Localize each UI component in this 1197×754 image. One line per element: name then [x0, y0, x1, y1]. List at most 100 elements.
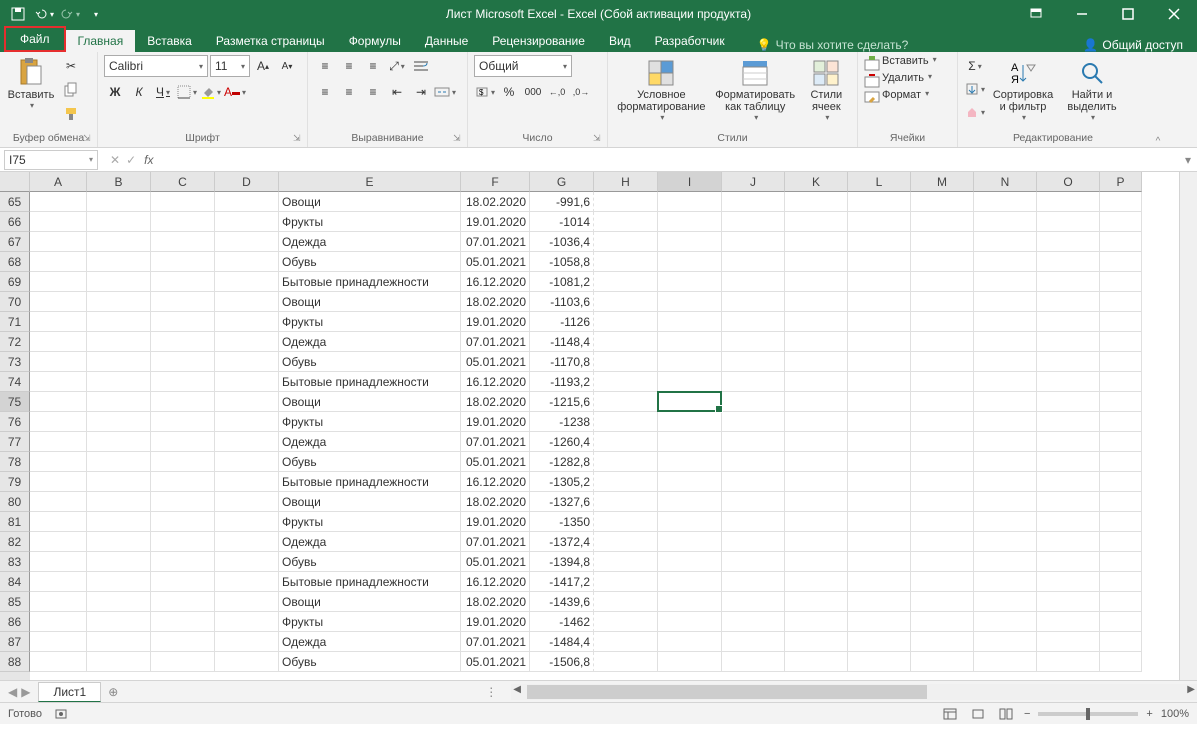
cell-N87[interactable]	[974, 632, 1037, 652]
row-header-67[interactable]: 67	[0, 232, 30, 252]
cell-I78[interactable]	[658, 452, 722, 472]
cell-O65[interactable]	[1037, 192, 1100, 212]
border-icon[interactable]: ▾	[176, 81, 198, 103]
cell-E71[interactable]: Фрукты	[279, 312, 461, 332]
row-header-83[interactable]: 83	[0, 552, 30, 572]
cell-D87[interactable]	[215, 632, 279, 652]
cell-C87[interactable]	[151, 632, 215, 652]
cell-G75[interactable]: -1215,6	[530, 392, 594, 412]
cell-G76[interactable]: -1238	[530, 412, 594, 432]
cell-C86[interactable]	[151, 612, 215, 632]
enter-formula-icon[interactable]: ✓	[126, 153, 136, 167]
zoom-slider[interactable]	[1038, 712, 1138, 716]
tab-Вид[interactable]: Вид	[597, 30, 643, 52]
cell-H88[interactable]	[594, 652, 658, 672]
row-header-72[interactable]: 72	[0, 332, 30, 352]
fill-icon[interactable]: ▾	[964, 78, 986, 100]
cell-F86[interactable]: 19.01.2020	[461, 612, 530, 632]
cell-L69[interactable]	[848, 272, 911, 292]
cell-L83[interactable]	[848, 552, 911, 572]
cell-J71[interactable]	[722, 312, 785, 332]
cell-N73[interactable]	[974, 352, 1037, 372]
cell-D84[interactable]	[215, 572, 279, 592]
cell-M69[interactable]	[911, 272, 974, 292]
page-layout-view-icon[interactable]	[968, 706, 988, 722]
cell-P81[interactable]	[1100, 512, 1142, 532]
cell-O69[interactable]	[1037, 272, 1100, 292]
cell-A82[interactable]	[30, 532, 87, 552]
cell-O81[interactable]	[1037, 512, 1100, 532]
cell-J80[interactable]	[722, 492, 785, 512]
cell-M78[interactable]	[911, 452, 974, 472]
cell-M85[interactable]	[911, 592, 974, 612]
cell-F81[interactable]: 19.01.2020	[461, 512, 530, 532]
cell-H68[interactable]	[594, 252, 658, 272]
cell-I83[interactable]	[658, 552, 722, 572]
cell-G81[interactable]: -1350	[530, 512, 594, 532]
cell-M66[interactable]	[911, 212, 974, 232]
cell-L74[interactable]	[848, 372, 911, 392]
cell-G86[interactable]: -1462	[530, 612, 594, 632]
cell-B77[interactable]	[87, 432, 151, 452]
cell-H66[interactable]	[594, 212, 658, 232]
cell-K85[interactable]	[785, 592, 848, 612]
cell-J72[interactable]	[722, 332, 785, 352]
cell-D69[interactable]	[215, 272, 279, 292]
cell-J76[interactable]	[722, 412, 785, 432]
undo-icon[interactable]: ▾	[32, 2, 56, 26]
cell-N77[interactable]	[974, 432, 1037, 452]
cell-P76[interactable]	[1100, 412, 1142, 432]
number-dialog-icon[interactable]: ⇲	[593, 133, 605, 145]
cell-K72[interactable]	[785, 332, 848, 352]
cell-K75[interactable]	[785, 392, 848, 412]
cell-N85[interactable]	[974, 592, 1037, 612]
col-header-H[interactable]: H	[594, 172, 658, 192]
cell-L66[interactable]	[848, 212, 911, 232]
cell-F88[interactable]: 05.01.2021	[461, 652, 530, 672]
bold-button[interactable]: Ж	[104, 81, 126, 103]
cell-I84[interactable]	[658, 572, 722, 592]
cell-O78[interactable]	[1037, 452, 1100, 472]
cell-L82[interactable]	[848, 532, 911, 552]
cell-F83[interactable]: 05.01.2021	[461, 552, 530, 572]
cell-I77[interactable]	[658, 432, 722, 452]
cancel-formula-icon[interactable]: ✕	[110, 153, 120, 167]
cell-M74[interactable]	[911, 372, 974, 392]
conditional-formatting-button[interactable]: Условное форматирование▾	[614, 55, 709, 122]
cell-G74[interactable]: -1193,2	[530, 372, 594, 392]
tab-file[interactable]: Файл	[4, 26, 66, 52]
cell-K80[interactable]	[785, 492, 848, 512]
cell-P65[interactable]	[1100, 192, 1142, 212]
cell-L77[interactable]	[848, 432, 911, 452]
fx-icon[interactable]: fx	[144, 153, 159, 167]
cell-P78[interactable]	[1100, 452, 1142, 472]
cell-G84[interactable]: -1417,2	[530, 572, 594, 592]
cell-B74[interactable]	[87, 372, 151, 392]
cell-A88[interactable]	[30, 652, 87, 672]
cell-J82[interactable]	[722, 532, 785, 552]
cell-F82[interactable]: 07.01.2021	[461, 532, 530, 552]
row-header-76[interactable]: 76	[0, 412, 30, 432]
cell-H69[interactable]	[594, 272, 658, 292]
row-header-73[interactable]: 73	[0, 352, 30, 372]
col-header-M[interactable]: M	[911, 172, 974, 192]
tab-split-handle[interactable]: ⋮	[485, 685, 491, 699]
cell-H77[interactable]	[594, 432, 658, 452]
cell-M73[interactable]	[911, 352, 974, 372]
cell-K71[interactable]	[785, 312, 848, 332]
cell-E80[interactable]: Овощи	[279, 492, 461, 512]
cell-I86[interactable]	[658, 612, 722, 632]
cell-C73[interactable]	[151, 352, 215, 372]
cell-P73[interactable]	[1100, 352, 1142, 372]
cell-C80[interactable]	[151, 492, 215, 512]
cell-M75[interactable]	[911, 392, 974, 412]
cell-K66[interactable]	[785, 212, 848, 232]
col-header-A[interactable]: A	[30, 172, 87, 192]
cell-F70[interactable]: 18.02.2020	[461, 292, 530, 312]
cell-M83[interactable]	[911, 552, 974, 572]
maximize-icon[interactable]	[1105, 0, 1151, 28]
cell-C68[interactable]	[151, 252, 215, 272]
cell-H65[interactable]	[594, 192, 658, 212]
cell-E73[interactable]: Обувь	[279, 352, 461, 372]
increase-font-icon[interactable]: A▴	[252, 55, 274, 77]
